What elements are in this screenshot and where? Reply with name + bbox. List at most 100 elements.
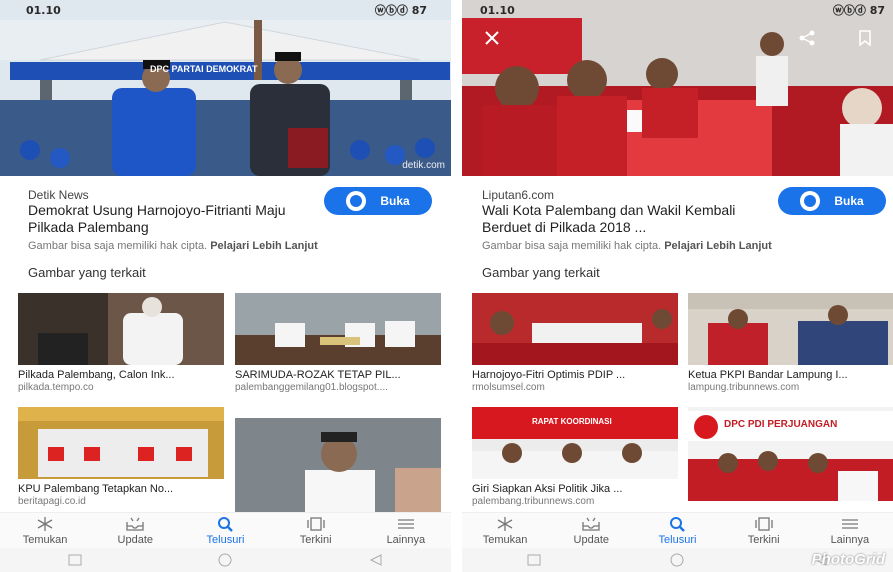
bottom-navigation: Temukan Update Telusuri Terkini Lainnya [462,512,893,548]
status-icons: ⓦⓑⓓ 87 [832,4,885,17]
photogrid-watermark: PhotoGrid [811,551,885,568]
hero-watermark: detik.com [402,160,445,171]
hero-image[interactable]: DPC PARTAI DEMOKRAT detik.com [0,0,451,176]
search-icon [670,516,686,532]
source-name[interactable]: Liputan6.com [482,188,554,202]
related-image-thumbnail[interactable] [18,407,224,479]
hero-image[interactable] [462,0,893,176]
left-screenshot: DPC PARTAI DEMOKRAT detik.com 01.10 ⓦⓑⓓ … [0,0,451,572]
status-time: 01.10 [26,3,61,17]
nav-update[interactable]: Update [551,516,631,546]
recents-icon[interactable] [525,553,543,567]
related-image-thumbnail[interactable] [688,293,893,365]
nav-terkini[interactable]: Terkini [276,516,356,546]
menu-icon [397,518,414,529]
nav-lainnya[interactable]: Lainnya [810,516,890,546]
nav-update[interactable]: Update [95,516,175,546]
inbox-icon [582,517,600,531]
nav-label: Telusuri [206,533,245,546]
related-image-title: Pilkada Palembang, Calon Ink... [18,369,175,381]
related-image-card[interactable]: RAPAT KOORDINASI Giri Siapkan Aksi Polit… [472,407,678,507]
related-images-heading: Gambar yang terkait [482,265,600,280]
status-time: 01.10 [480,3,515,17]
asterisk-icon [37,516,53,531]
nav-temukan[interactable]: Temukan [5,516,85,546]
open-button[interactable]: Buka [778,187,886,215]
cards-icon [755,516,773,531]
related-image-thumbnail[interactable]: DPC PDI PERJUANGAN [688,407,893,501]
nav-label: Terkini [299,533,332,546]
thumb-banner-text: RAPAT KOORDINASI [532,417,612,426]
nav-temukan[interactable]: Temukan [465,516,545,546]
related-image-thumbnail[interactable] [472,293,678,365]
nav-label: Terkini [747,533,780,546]
nav-telusuri[interactable]: Telusuri [185,516,265,546]
related-image-domain: rmolsumsel.com [472,382,545,393]
related-image-domain: palembanggemilang01.blogspot.... [235,382,388,393]
status-icons: ⓦⓑⓓ 87 [374,4,427,17]
related-image-title: Ketua PKPI Bandar Lampung I... [688,369,848,381]
related-image-card[interactable]: KPU Palembang Tetapkan No... beritapagi.… [18,407,224,507]
related-image-thumbnail[interactable] [18,293,224,365]
related-image-card[interactable]: Pilkada Palembang, Calon Ink... pilkada.… [18,293,224,393]
nav-label: Telusuri [658,533,697,546]
related-image-card[interactable]: Harnojoyo-Fitri Optimis PDIP ... rmolsum… [472,293,678,393]
collage-divider [451,0,462,572]
related-image-domain: beritapagi.co.id [18,496,86,507]
open-button[interactable]: Buka [324,187,432,215]
related-image-domain: palembang.tribunnews.com [472,496,595,507]
open-button-label: Buka [380,194,410,208]
status-bar: 01.10 ⓦⓑⓓ 87 [0,0,451,20]
nav-telusuri[interactable]: Telusuri [637,516,717,546]
recents-icon[interactable] [66,553,84,567]
related-image-domain: pilkada.tempo.co [18,382,94,393]
asterisk-icon [497,516,513,531]
related-image-title: SARIMUDA-ROZAK TETAP PIL... [235,369,401,381]
related-images-heading: Gambar yang terkait [28,265,146,280]
copyright-text: Gambar bisa saja memiliki hak cipta. [28,240,208,252]
share-icon[interactable] [798,30,816,46]
hero-photo [0,0,451,176]
related-image-title: Harnojoyo-Fitri Optimis PDIP ... [472,369,626,381]
home-icon[interactable] [216,553,234,567]
inbox-icon [126,517,144,531]
thumb-banner-text: DPC PDI PERJUANGAN [724,419,838,430]
globe-icon [346,191,367,211]
related-image-card[interactable]: SARIMUDA-ROZAK TETAP PIL... palembanggem… [235,293,441,393]
menu-icon [841,518,858,529]
nav-label: Temukan [22,533,68,546]
close-icon[interactable] [484,30,500,46]
search-icon [218,516,234,532]
related-image-card[interactable]: DPC PDI PERJUANGAN [688,407,893,501]
source-name[interactable]: Detik News [28,188,89,202]
headline[interactable]: Demokrat Usung Harnojoyo-Fitrianti Maju … [28,202,303,236]
nav-label: Update [573,533,610,546]
related-image-domain: lampung.tribunnews.com [688,382,800,393]
system-navigation-bar [0,548,451,572]
cards-icon [307,516,325,531]
nav-label: Temukan [482,533,528,546]
nav-label: Lainnya [830,533,870,546]
related-image-card[interactable] [235,418,441,512]
copyright-text: Gambar bisa saja memiliki hak cipta. [482,240,662,252]
home-icon[interactable] [668,553,686,567]
related-image-title: Giri Siapkan Aksi Politik Jika ... [472,483,623,495]
related-image-thumbnail[interactable] [235,418,441,512]
globe-icon [800,191,821,211]
bottom-navigation: Temukan Update Telusuri Terkini Lainnya [0,512,451,548]
nav-lainnya[interactable]: Lainnya [366,516,446,546]
back-icon[interactable] [367,553,385,567]
headline[interactable]: Wali Kota Palembang dan Wakil Kembali Be… [482,202,757,236]
copyright-notice: Gambar bisa saja memiliki hak cipta. Pel… [482,240,772,252]
hero-photo [462,0,893,176]
bookmark-icon[interactable] [858,30,872,46]
learn-more-link[interactable]: Pelajari Lebih Lanjut [664,240,772,252]
related-image-thumbnail[interactable] [235,293,441,365]
related-image-thumbnail[interactable]: RAPAT KOORDINASI [472,407,678,479]
nav-terkini[interactable]: Terkini [724,516,804,546]
nav-label: Lainnya [386,533,426,546]
related-image-title: KPU Palembang Tetapkan No... [18,483,174,495]
related-image-card[interactable]: Ketua PKPI Bandar Lampung I... lampung.t… [688,293,893,393]
learn-more-link[interactable]: Pelajari Lebih Lanjut [210,240,318,252]
open-button-label: Buka [834,194,864,208]
